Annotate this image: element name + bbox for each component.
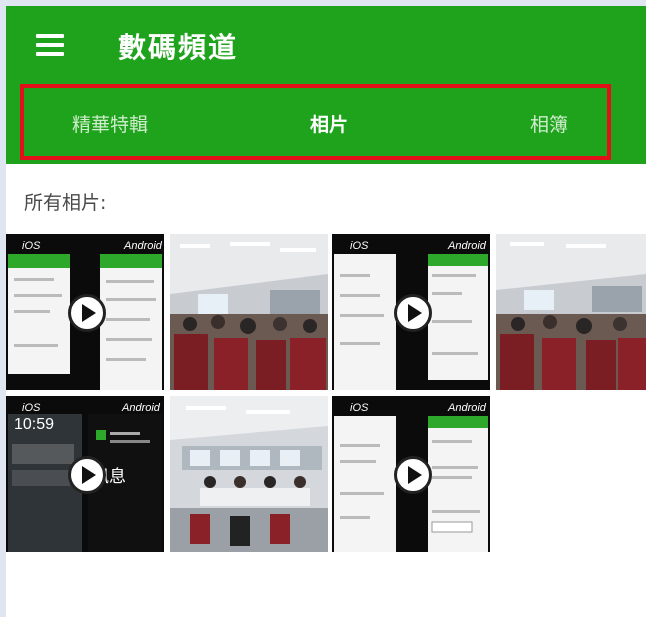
tab-albums[interactable]: 相簿: [530, 110, 568, 137]
menu-icon-bar: [36, 34, 64, 38]
photo-thumbnail-video[interactable]: iOS Android: [332, 396, 490, 552]
svg-text:Android: Android: [121, 402, 161, 414]
photo-thumbnail-video[interactable]: iOS Android: [6, 234, 164, 390]
play-icon[interactable]: [68, 294, 106, 332]
classroom-photo: [170, 234, 328, 390]
photo-thumbnail[interactable]: [496, 234, 646, 390]
time-readout: 10:59: [14, 416, 55, 433]
classroom-photo: [170, 396, 328, 552]
photo-thumbnail-video[interactable]: iOS Android: [332, 234, 490, 390]
play-icon[interactable]: [394, 456, 432, 494]
menu-icon-bar: [36, 52, 64, 56]
app-screen: 數碼頻道 精華特輯 相片 相簿 所有相片: iOS Android iOS An…: [6, 6, 646, 617]
classroom-photo: [496, 234, 646, 390]
svg-text:Android: Android: [447, 240, 487, 252]
section-label: 所有相片:: [24, 192, 107, 214]
play-icon[interactable]: [394, 294, 432, 332]
photo-grid: iOS Android iOS Android iOS Android 10:5…: [6, 234, 646, 564]
photo-thumbnail-video[interactable]: iOS Android 10:59 訊息: [6, 396, 164, 552]
svg-text:iOS: iOS: [22, 240, 41, 252]
app-toolbar: 數碼頻道 精華特輯 相片 相簿: [6, 6, 646, 164]
menu-icon-bar: [36, 43, 64, 47]
photo-thumbnail[interactable]: [170, 234, 328, 390]
play-icon[interactable]: [68, 456, 106, 494]
tab-bar-highlight: 精華特輯 相片 相簿: [20, 84, 611, 160]
svg-text:iOS: iOS: [350, 240, 369, 252]
svg-text:Android: Android: [123, 240, 163, 252]
page-title: 數碼頻道: [118, 31, 239, 64]
svg-text:Android: Android: [447, 402, 487, 414]
menu-icon[interactable]: [36, 34, 64, 56]
tab-featured[interactable]: 精華特輯: [72, 110, 148, 137]
tab-photos[interactable]: 相片: [310, 110, 348, 137]
svg-text:iOS: iOS: [22, 402, 41, 414]
svg-text:iOS: iOS: [350, 402, 369, 414]
photo-thumbnail[interactable]: [170, 396, 328, 552]
